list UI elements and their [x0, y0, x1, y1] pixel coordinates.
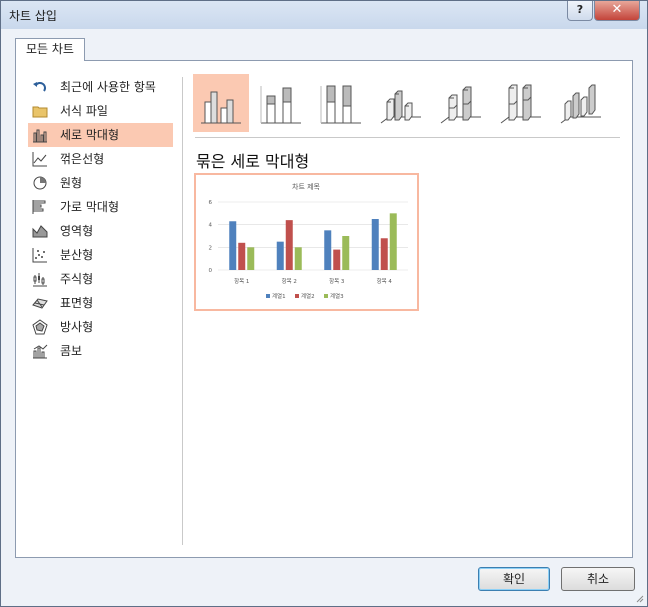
x-tick-label: 항목 4: [377, 277, 393, 285]
sidebar-item-surface[interactable]: 표면형: [28, 291, 173, 315]
sidebar-item-templates[interactable]: 서식 파일: [28, 99, 173, 123]
chart-preview[interactable]: 차트 제목 0 2 4 6 항목 1 항목 2 항목 3 항목 4 계열1 계열2 계열3: [194, 173, 419, 311]
sidebar-item-stock[interactable]: 주식형: [28, 267, 173, 291]
clustered-column-icon: [201, 91, 241, 124]
subtype-stacked-column[interactable]: [253, 74, 309, 132]
bar: [389, 213, 397, 270]
y-tick-label: 4: [209, 223, 213, 229]
legend-label: 계열3: [330, 292, 344, 300]
help-button[interactable]: ?: [567, 1, 593, 21]
sidebar-item-bar[interactable]: 가로 막대형: [28, 195, 173, 219]
bar: [342, 236, 350, 270]
stacked-column-icon: [260, 86, 301, 124]
surface-chart-icon: [32, 298, 48, 309]
subtype-100-stacked-column[interactable]: [313, 74, 369, 132]
close-button[interactable]: ✕: [594, 1, 640, 21]
3d-stacked-column-icon: [440, 86, 481, 124]
sidebar-item-label: 서식 파일: [60, 104, 108, 118]
chart-type-list: 최근에 사용한 항목 서식 파일 세로 막대형 꺾은선형 원형 가로 막대형 영…: [28, 75, 173, 363]
tab-panel: 최근에 사용한 항목 서식 파일 세로 막대형 꺾은선형 원형 가로 막대형 영…: [15, 60, 633, 558]
y-tick-label: 0: [209, 268, 213, 274]
sidebar-item-label: 가로 막대형: [60, 200, 120, 214]
chart-type-heading: 묶은 세로 막대형: [196, 152, 310, 171]
bar-chart-icon: [32, 200, 46, 214]
chart-subtype-gallery: [193, 74, 623, 134]
sidebar-item-line[interactable]: 꺾은선형: [28, 147, 173, 171]
stock-chart-icon: [33, 273, 47, 287]
sidebar-item-area[interactable]: 영역형: [28, 219, 173, 243]
sidebar-item-scatter[interactable]: 분산형: [28, 243, 173, 267]
bar: [229, 221, 237, 270]
subtype-3d-stacked-column[interactable]: [433, 74, 489, 132]
subtype-3d-clustered-column[interactable]: [373, 74, 429, 132]
x-tick-label: 항목 2: [282, 277, 297, 285]
preview-chart: 차트 제목 0 2 4 6 항목 1 항목 2 항목 3 항목 4 계열1 계열2 계열3: [209, 182, 408, 300]
scatter-chart-icon: [32, 248, 47, 263]
ok-button[interactable]: 확인: [478, 567, 550, 591]
bar: [247, 247, 255, 270]
legend-label: 계열1: [272, 292, 286, 300]
x-tick-label: 항목 1: [234, 277, 249, 285]
subtype-3d-100-stacked-column[interactable]: [493, 74, 549, 132]
sidebar-item-recent[interactable]: 최근에 사용한 항목: [28, 75, 173, 99]
pie-chart-icon: [33, 176, 47, 190]
horizontal-divider: [195, 137, 620, 138]
vertical-divider: [182, 77, 183, 545]
tab-all-charts[interactable]: 모든 차트: [15, 38, 85, 61]
bar: [371, 219, 379, 270]
legend-label: 계열2: [301, 292, 315, 300]
sidebar-item-label: 원형: [60, 176, 83, 190]
sidebar-item-label: 영역형: [60, 224, 94, 238]
sidebar-item-label: 주식형: [60, 272, 94, 286]
dialog-title: 차트 삽입: [9, 9, 57, 23]
3d-clustered-column-icon: [380, 90, 421, 124]
bar: [333, 249, 341, 270]
cancel-button[interactable]: 취소: [561, 567, 635, 591]
sidebar-item-label: 콤보: [60, 344, 83, 358]
area-chart-icon: [32, 225, 48, 238]
line-chart-icon: [32, 152, 47, 167]
combo-chart-icon: [33, 344, 48, 359]
x-tick-label: 항목 3: [329, 277, 345, 285]
sidebar-item-combo[interactable]: 콤보: [28, 339, 173, 363]
sidebar-item-label: 세로 막대형: [60, 128, 120, 142]
title-bar[interactable]: 차트 삽입 ? ✕: [1, 1, 647, 29]
sidebar-item-pie[interactable]: 원형: [28, 171, 173, 195]
bar: [324, 230, 332, 270]
sidebar-item-label: 분산형: [60, 248, 94, 262]
radar-chart-icon: [32, 319, 48, 335]
recent-icon: [33, 82, 46, 92]
100-stacked-column-icon: [320, 85, 361, 124]
bar: [380, 238, 388, 270]
insert-chart-dialog: 차트 삽입 ? ✕ 모든 차트 최근에 사용한 항목 서식 파일 세로 막대형 …: [0, 0, 648, 607]
subtype-3d-column[interactable]: [553, 74, 609, 132]
3d-100-stacked-column-icon: [500, 84, 541, 124]
sidebar-item-label: 최근에 사용한 항목: [60, 80, 156, 94]
sidebar-item-label: 꺾은선형: [60, 152, 105, 166]
legend-swatch: [266, 294, 270, 298]
subtype-clustered-column[interactable]: [193, 74, 249, 132]
legend-swatch: [295, 294, 299, 298]
folder-icon: [32, 106, 48, 118]
y-tick-label: 2: [209, 245, 213, 251]
y-tick-label: 6: [209, 200, 213, 206]
resize-grip-icon[interactable]: [634, 593, 644, 603]
bar: [294, 247, 302, 270]
chart-title: 차트 제목: [292, 182, 321, 191]
bar: [238, 242, 246, 270]
column-chart-icon: [33, 129, 47, 143]
bar: [276, 241, 284, 270]
3d-column-icon: [560, 84, 601, 124]
sidebar-item-label: 표면형: [60, 296, 94, 310]
bar: [285, 220, 293, 270]
sidebar-item-radar[interactable]: 방사형: [28, 315, 173, 339]
legend-swatch: [324, 294, 328, 298]
sidebar-item-label: 방사형: [60, 320, 94, 334]
sidebar-item-column[interactable]: 세로 막대형: [28, 123, 173, 147]
